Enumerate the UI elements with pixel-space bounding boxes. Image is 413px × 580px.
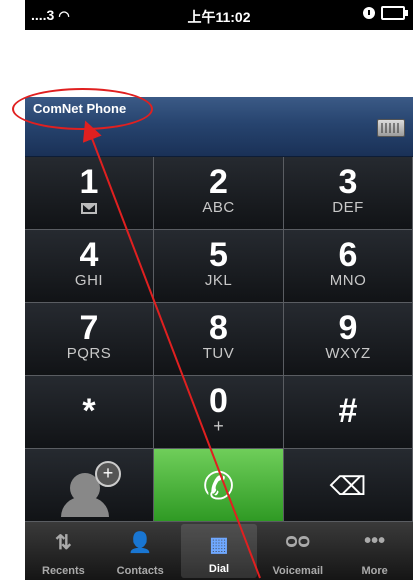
annotation-arrow <box>82 120 261 579</box>
